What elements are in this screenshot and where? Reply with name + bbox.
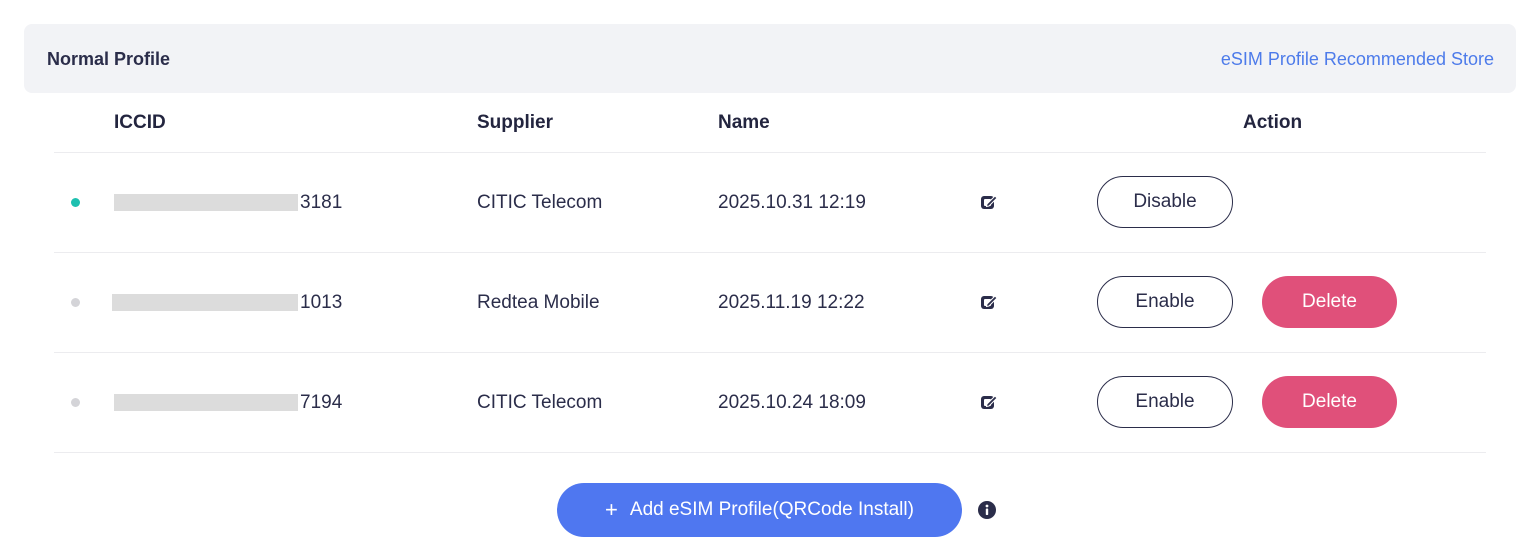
enable-button[interactable]: Enable [1097, 276, 1233, 328]
name-cell: 2025.10.24 18:09 [718, 392, 866, 413]
section-header: Normal Profile eSIM Profile Recommended … [24, 24, 1516, 93]
table-divider [54, 252, 1486, 253]
column-header-name: Name [718, 112, 770, 133]
status-inactive-dot [71, 298, 80, 307]
edit-icon[interactable] [979, 392, 999, 412]
delete-button[interactable]: Delete [1262, 376, 1397, 428]
recommended-store-link[interactable]: eSIM Profile Recommended Store [1221, 49, 1494, 70]
section-title: Normal Profile [47, 49, 171, 69]
supplier-cell: CITIC Telecom [477, 392, 603, 413]
column-header-iccid: ICCID [114, 112, 166, 133]
iccid-redacted [114, 194, 298, 211]
column-header-supplier: Supplier [477, 112, 554, 133]
name-cell: 2025.10.31 12:19 [718, 192, 866, 213]
table-divider [54, 452, 1486, 453]
status-active-dot [71, 198, 80, 207]
status-inactive-dot [71, 398, 80, 407]
plus-icon: + [605, 497, 618, 522]
iccid-suffix: 3181 [300, 192, 343, 213]
table-divider [54, 152, 1486, 153]
delete-button[interactable]: Delete [1262, 276, 1397, 328]
iccid-suffix: 1013 [300, 292, 343, 313]
column-header-action: Action [1243, 112, 1303, 133]
info-icon[interactable] [978, 501, 996, 519]
add-esim-profile-label: Add eSIM Profile(QRCode Install) [629, 499, 914, 520]
name-cell: 2025.11.19 12:22 [718, 292, 865, 313]
iccid-redacted [112, 294, 298, 311]
supplier-cell: CITIC Telecom [477, 192, 603, 213]
iccid-suffix: 7194 [300, 392, 343, 413]
table-divider [54, 352, 1486, 353]
edit-icon[interactable] [979, 292, 999, 312]
iccid-redacted [114, 394, 298, 411]
disable-button[interactable]: Disable [1097, 176, 1233, 228]
enable-button[interactable]: Enable [1097, 376, 1233, 428]
edit-icon[interactable] [979, 192, 999, 212]
add-esim-profile-button[interactable]: + Add eSIM Profile(QRCode Install) [557, 483, 962, 537]
supplier-cell: Redtea Mobile [477, 292, 600, 313]
